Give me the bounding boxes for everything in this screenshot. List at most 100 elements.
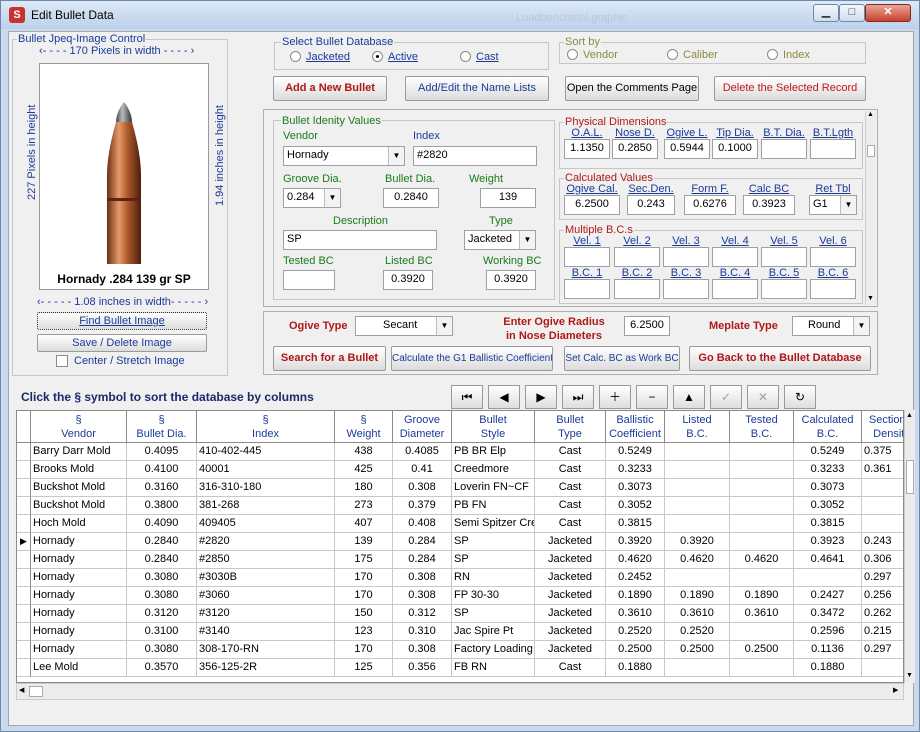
table-cell[interactable]: 0.3080	[127, 641, 197, 659]
phys-field[interactable]: 0.2850	[612, 139, 658, 159]
table-row[interactable]: Buckshot Mold 0.3160 316-310-180 180 0.308 Lo…	[17, 479, 903, 497]
table-cell[interactable]	[730, 497, 794, 515]
column-header[interactable]: § Index	[197, 411, 335, 443]
column-header[interactable]: Bullet Type	[535, 411, 606, 443]
vel-field[interactable]	[810, 247, 856, 267]
table-cell[interactable]: Cast	[535, 659, 606, 677]
column-header-sort[interactable]: §	[127, 413, 196, 427]
row-selector[interactable]	[17, 479, 31, 497]
radio-jacketed[interactable]	[290, 51, 301, 62]
table-cell[interactable]	[730, 533, 794, 551]
column-header-sort[interactable]: Bullet	[535, 413, 605, 427]
delete-record-button[interactable]: Delete the Selected Record	[714, 76, 866, 101]
table-row[interactable]: Hoch Mold 0.4090 409405 407 0.408 Semi Spitze…	[17, 515, 903, 533]
column-header[interactable]: Groove Diameter	[393, 411, 452, 443]
table-cell[interactable]: 0.1136	[794, 641, 862, 659]
table-cell[interactable]: 40001	[197, 461, 335, 479]
table-cell[interactable]	[862, 659, 903, 677]
table-cell[interactable]: 0.4100	[127, 461, 197, 479]
table-cell[interactable]: 170	[335, 569, 393, 587]
table-cell[interactable]: 0.3052	[606, 497, 665, 515]
table-cell[interactable]: 0.2500	[665, 641, 730, 659]
calc-field[interactable]: 0.6276	[684, 195, 736, 215]
tested-bc-field[interactable]	[283, 270, 335, 290]
table-cell[interactable]: 0.256	[862, 587, 903, 605]
table-cell[interactable]: 381-268	[197, 497, 335, 515]
type-combo[interactable]: Jacketed ▼	[464, 230, 536, 250]
table-cell[interactable]: 0.3920	[665, 533, 730, 551]
minimize-button[interactable]: ▁	[813, 4, 839, 22]
table-cell[interactable]: 0.306	[862, 551, 903, 569]
refresh-icon[interactable]: ↻	[784, 385, 816, 409]
table-cell[interactable]: 0.3120	[127, 605, 197, 623]
column-header[interactable]: Listed B.C.	[665, 411, 730, 443]
table-cell[interactable]: 0.379	[393, 497, 452, 515]
hscroll-thumb[interactable]	[29, 686, 43, 697]
table-cell[interactable]: 0.3472	[794, 605, 862, 623]
table-cell[interactable]: 0.310	[393, 623, 452, 641]
radio-active[interactable]	[372, 51, 383, 62]
table-cell[interactable]	[862, 515, 903, 533]
table-row[interactable]: ▶ Hornady 0.2840 #2820 139 0.284 SP Jacketed 0.3…	[17, 533, 903, 551]
working-bc-field[interactable]: 0.3920	[486, 270, 536, 290]
table-cell[interactable]: #2850	[197, 551, 335, 569]
table-cell[interactable]: 0.2520	[606, 623, 665, 641]
table-cell[interactable]: PB FN	[452, 497, 535, 515]
table-cell[interactable]: 0.3610	[730, 605, 794, 623]
bullet-database-grid[interactable]: § Vendor § Bullet Dia. § Index § Weight Groove Di…	[16, 410, 904, 683]
phys-field[interactable]: 0.5944	[664, 139, 710, 159]
table-cell[interactable]: Hornady	[31, 587, 127, 605]
row-selector[interactable]	[17, 515, 31, 533]
table-row[interactable]: Lee Mold 0.3570 356-125-2R 125 0.356 FB RN Cas…	[17, 659, 903, 677]
table-cell[interactable]: 0.297	[862, 569, 903, 587]
scroll-down-icon[interactable]: ▼	[867, 295, 874, 302]
row-selector[interactable]	[17, 587, 31, 605]
table-cell[interactable]: 0.3610	[665, 605, 730, 623]
phys-field[interactable]: 1.1350	[564, 139, 610, 159]
save-delete-image-button[interactable]: Save / Delete Image	[37, 334, 207, 352]
table-cell[interactable]: SP	[452, 533, 535, 551]
table-cell[interactable]: 0.4085	[393, 443, 452, 461]
table-cell[interactable]: 0.1890	[606, 587, 665, 605]
table-cell[interactable]: Jacketed	[535, 605, 606, 623]
vendor-combo[interactable]: Hornady ▼	[283, 146, 405, 166]
table-cell[interactable]: 125	[335, 659, 393, 677]
post-record-icon[interactable]: ✓	[710, 385, 742, 409]
phys-field[interactable]	[810, 139, 856, 159]
table-cell[interactable]: 0.262	[862, 605, 903, 623]
groove-combo[interactable]: 0.284 ▼	[283, 188, 341, 208]
table-cell[interactable]	[665, 461, 730, 479]
table-cell[interactable]: 0.4095	[127, 443, 197, 461]
last-record-icon[interactable]: ⏭	[562, 385, 594, 409]
table-cell[interactable]	[862, 497, 903, 515]
table-cell[interactable]: 0.3570	[127, 659, 197, 677]
sort-caliber-radio[interactable]	[667, 49, 678, 60]
bc-field[interactable]	[614, 279, 660, 299]
bc-field[interactable]	[761, 279, 807, 299]
table-cell[interactable]: 0.3610	[606, 605, 665, 623]
row-selector[interactable]	[17, 443, 31, 461]
table-cell[interactable]: Jacketed	[535, 551, 606, 569]
column-header-sort[interactable]: §	[197, 413, 334, 427]
close-button[interactable]: ✕	[865, 4, 911, 22]
row-selector[interactable]	[17, 605, 31, 623]
maximize-button[interactable]: □	[839, 4, 865, 22]
vel-field[interactable]	[614, 247, 660, 267]
table-cell[interactable]: 0.4620	[665, 551, 730, 569]
table-cell[interactable]: 0.284	[393, 551, 452, 569]
table-cell[interactable]: Cast	[535, 479, 606, 497]
table-cell[interactable]	[730, 659, 794, 677]
row-selector[interactable]	[17, 569, 31, 587]
table-cell[interactable]: 0.3920	[606, 533, 665, 551]
column-header-sort[interactable]: Bullet	[452, 413, 534, 427]
vel-field[interactable]	[564, 247, 610, 267]
column-header-sort[interactable]: §	[31, 413, 126, 427]
scroll-thumb[interactable]	[867, 145, 875, 157]
table-cell[interactable]: Hornady	[31, 641, 127, 659]
table-cell[interactable]: 0.308	[393, 479, 452, 497]
grid-vertical-scrollbar[interactable]: ▲ ▼	[904, 410, 915, 683]
table-cell[interactable]: Cast	[535, 497, 606, 515]
table-cell[interactable]: Lee Mold	[31, 659, 127, 677]
table-row[interactable]: Hornady 0.2840 #2850 175 0.284 SP Jacketed 0.46…	[17, 551, 903, 569]
sort-vendor-radio[interactable]	[567, 49, 578, 60]
